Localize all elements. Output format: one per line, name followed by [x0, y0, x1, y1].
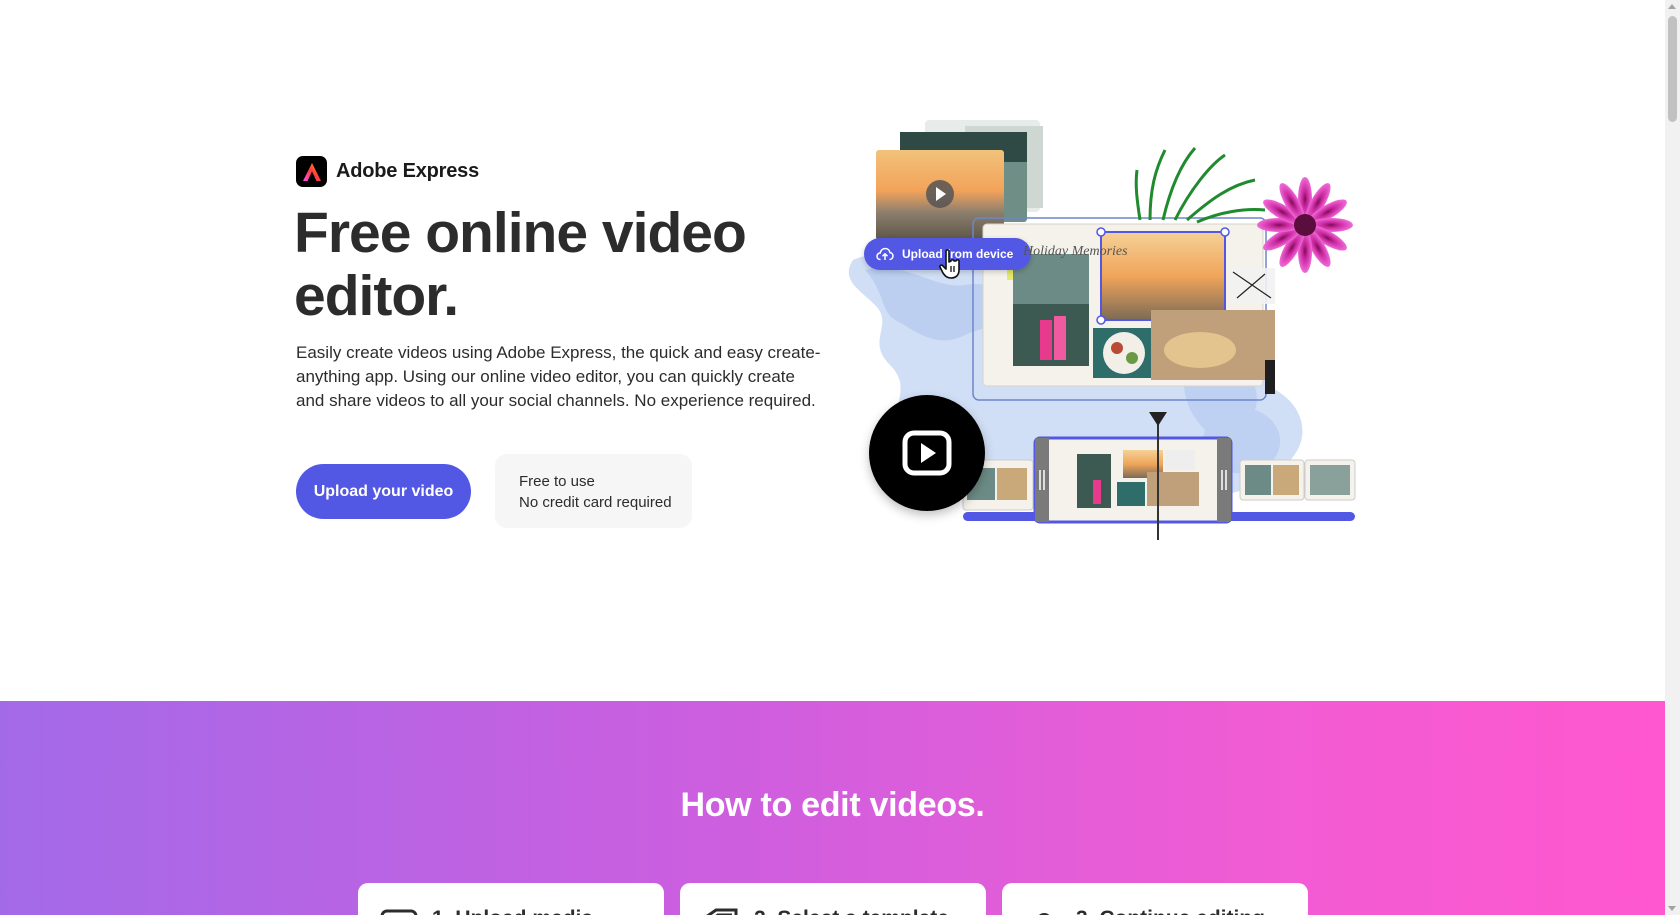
no-credit-card-text: No credit card required: [519, 494, 672, 511]
how-to-title: How to edit videos.: [680, 786, 985, 824]
step-card-upload-media[interactable]: 1. Upload media.: [358, 883, 664, 915]
step-card-select-template[interactable]: 2. Select a template.: [680, 883, 986, 915]
pen-icon: [1039, 913, 1050, 915]
palm-leaf-icon: [1134, 147, 1266, 224]
adobe-express-logo-icon: [296, 156, 327, 187]
vertical-scrollbar[interactable]: [1665, 0, 1680, 915]
brand-name: Adobe Express: [336, 160, 480, 182]
video-play-badge: [869, 395, 985, 511]
flower-icon: [1257, 177, 1353, 273]
scroll-down-arrow-icon[interactable]: [1668, 906, 1676, 911]
how-to-section: How to edit videos. 1. Upload media. 2. …: [0, 701, 1665, 915]
upload-your-video-button[interactable]: Upload your video: [296, 464, 471, 519]
cloud-upload-icon: [876, 247, 894, 261]
free-to-use-text: Free to use: [519, 473, 595, 490]
scroll-up-arrow-icon[interactable]: [1668, 4, 1676, 9]
media-icon: [380, 909, 418, 915]
step-card-continue-editing[interactable]: 3. Continue editing.: [1002, 883, 1308, 915]
page: Adobe Express Free online video editor. …: [0, 0, 1665, 915]
pointer-hand-icon: [939, 249, 960, 279]
scrollbar-thumb[interactable]: [1668, 16, 1677, 122]
step-label: 2. Select a template.: [754, 907, 955, 915]
brand[interactable]: Adobe Express: [296, 156, 479, 187]
hero-illustration: Upload from device Holiday Memories: [845, 120, 1365, 545]
collage-title: Holiday Memories: [1023, 244, 1128, 259]
hero-description: Easily create videos using Adobe Express…: [296, 343, 821, 410]
step-label: 3. Continue editing.: [1076, 907, 1271, 915]
page-title: Free online video editor.: [294, 201, 747, 328]
step-label: 1. Upload media.: [432, 907, 599, 915]
template-icon: [706, 908, 738, 915]
play-icon: [902, 430, 952, 476]
free-to-use-card: Free to use No credit card required: [495, 454, 692, 528]
